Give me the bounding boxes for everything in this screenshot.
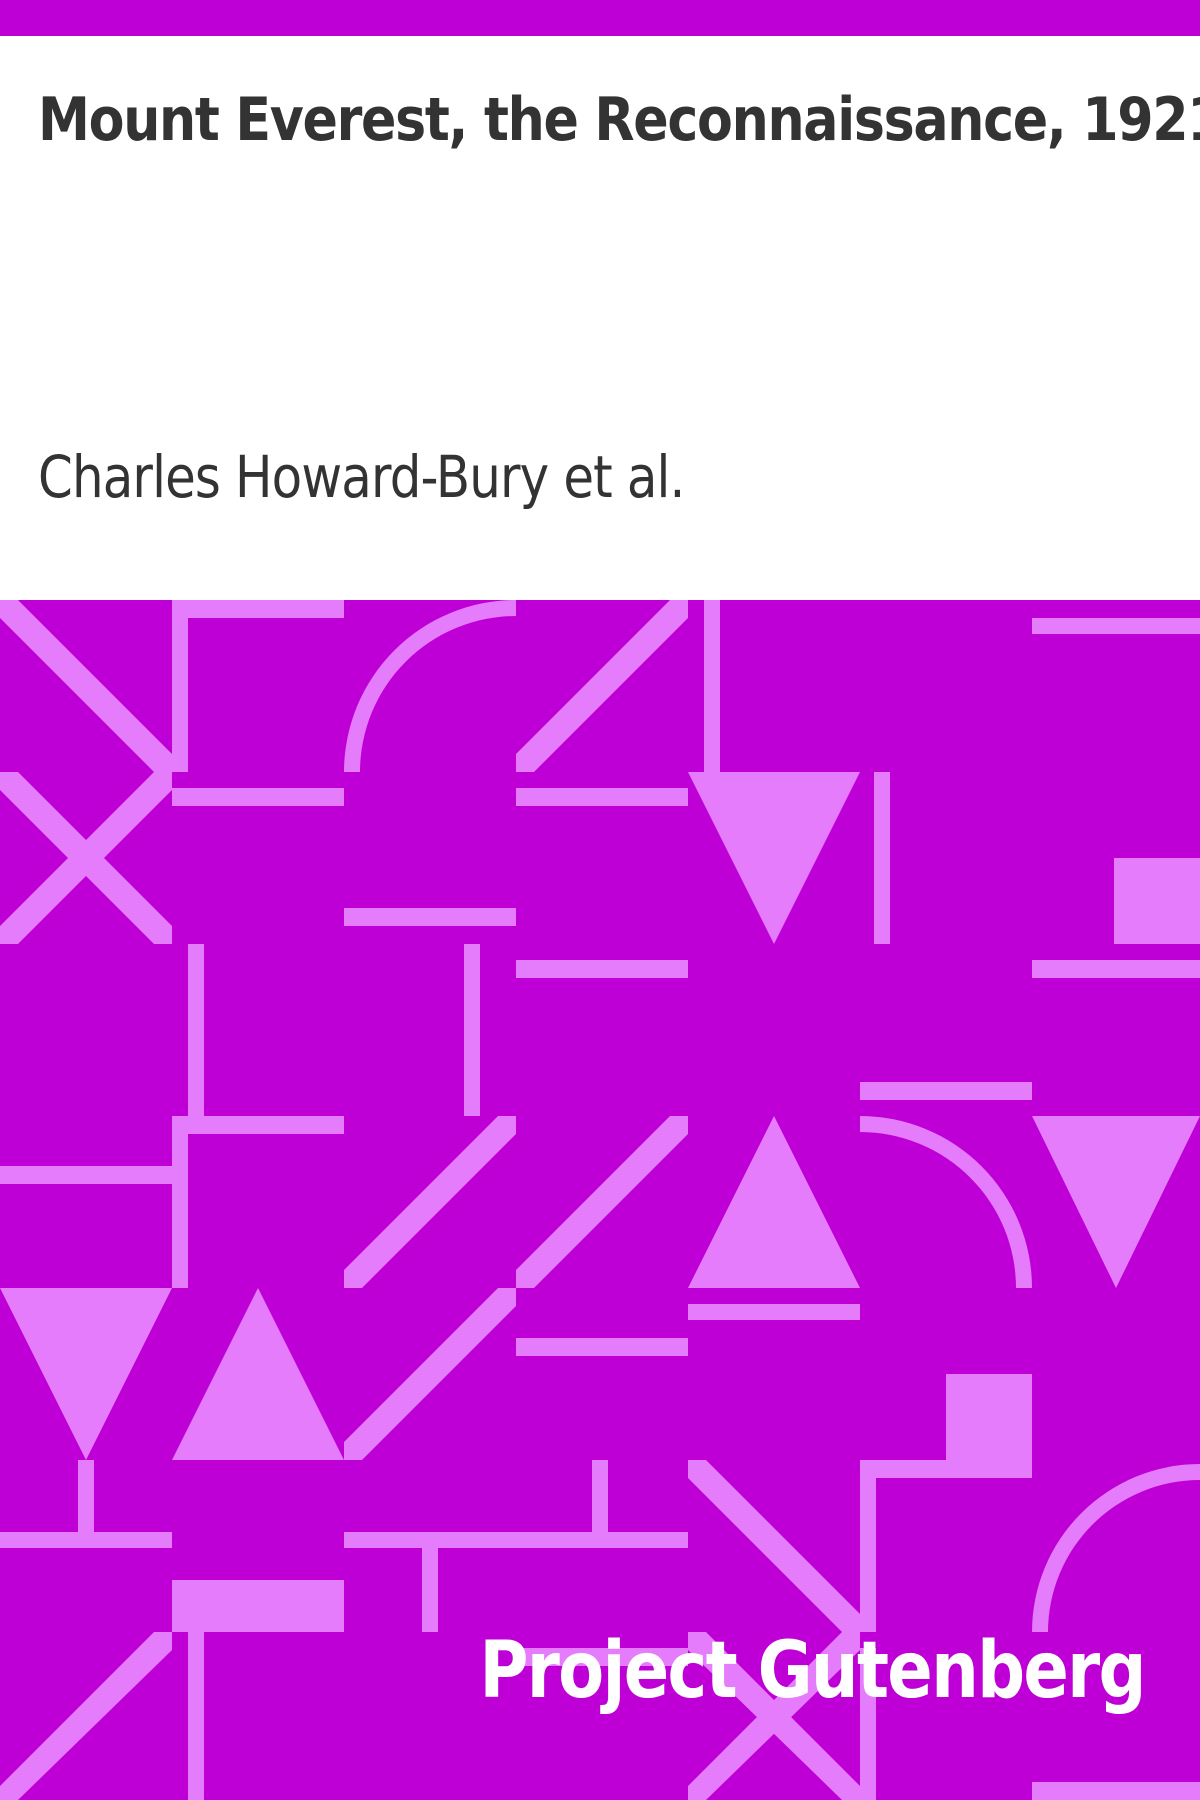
pattern-square bbox=[1114, 858, 1200, 944]
pattern-bar bbox=[1032, 618, 1200, 634]
pattern-bar bbox=[172, 1580, 344, 1632]
pattern-bar bbox=[1032, 960, 1200, 978]
pattern-bar bbox=[172, 1116, 188, 1288]
pattern-bar bbox=[516, 788, 688, 806]
pattern-bar bbox=[516, 1338, 688, 1356]
pattern-bar bbox=[172, 600, 188, 772]
pattern-bar bbox=[874, 772, 890, 944]
book-title: Mount Everest, the Reconnaissance, 1921 bbox=[38, 85, 1200, 155]
pattern-bar bbox=[172, 788, 344, 806]
pattern-bar bbox=[188, 1632, 204, 1800]
pattern-bar bbox=[516, 960, 688, 978]
book-author: Charles Howard-Bury et al. bbox=[38, 443, 685, 511]
pattern-bar bbox=[704, 600, 720, 772]
pattern-bar bbox=[688, 1304, 860, 1320]
pattern-bar bbox=[172, 1116, 344, 1134]
pattern-bar bbox=[860, 1082, 1032, 1100]
publisher-logo-text: Project Gutenberg bbox=[479, 1626, 1146, 1716]
top-color-bar bbox=[0, 0, 1200, 36]
pattern-bar bbox=[860, 1460, 876, 1632]
pattern-bar bbox=[592, 1460, 608, 1546]
pattern-bar bbox=[422, 1546, 438, 1632]
pattern-bar bbox=[344, 908, 516, 926]
geometric-pattern bbox=[0, 600, 1200, 1800]
pattern-bar bbox=[464, 944, 480, 1116]
pattern-bar bbox=[0, 1532, 172, 1548]
pattern-bar bbox=[0, 1166, 172, 1184]
pattern-bar bbox=[860, 1460, 1032, 1478]
pattern-bar bbox=[344, 1532, 688, 1548]
pattern-bar bbox=[172, 600, 344, 618]
pattern-bar bbox=[188, 944, 204, 1116]
book-cover: Mount Everest, the Reconnaissance, 1921 … bbox=[0, 0, 1200, 1800]
pattern-square bbox=[946, 1374, 1032, 1460]
pattern-bar bbox=[1032, 1782, 1200, 1800]
